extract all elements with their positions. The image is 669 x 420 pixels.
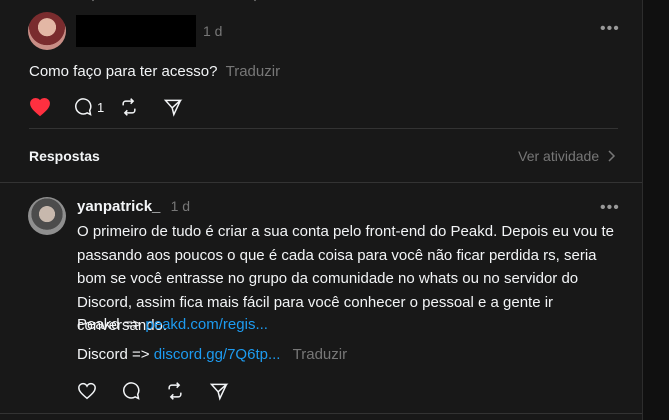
post-time: 1 d [203, 23, 223, 39]
repost-icon [122, 98, 136, 116]
view-activity-label: Ver atividade [518, 148, 600, 164]
discord-label: Discord => [77, 346, 150, 363]
send-icon [163, 99, 183, 117]
comment-count: 1 [97, 99, 105, 115]
post-body: Como faço para ter acesso? [29, 63, 218, 80]
send-icon [209, 383, 229, 401]
heart-icon[interactable] [86, 0, 100, 4]
divider [29, 128, 618, 129]
discord-line: Discord => discord.gg/7Q6tp... Traduzir [77, 346, 347, 363]
share-button[interactable] [163, 95, 215, 119]
repost-icon [168, 382, 182, 400]
discord-link[interactable]: discord.gg/7Q6tp... [154, 346, 281, 363]
reply-username[interactable]: yanpatrick_ 1 d [77, 198, 190, 215]
replies-heading: Respostas [29, 148, 100, 164]
previous-post-actions [86, 0, 262, 4]
reply-repost-button[interactable] [165, 379, 209, 403]
reply-author-avatar[interactable] [28, 197, 66, 235]
reply-share-button[interactable] [209, 379, 253, 403]
heart-icon [78, 382, 96, 400]
peakd-label: Peakd => [77, 316, 142, 333]
page-gutter [643, 0, 669, 420]
bottom-divider [0, 413, 642, 414]
post-author-avatar[interactable] [28, 12, 66, 50]
comment-button[interactable]: 1 [73, 95, 125, 119]
view-activity-link[interactable]: Ver atividade [518, 148, 616, 164]
reply-translate-link[interactable]: Traduzir [293, 346, 347, 363]
reply-comment-button[interactable] [121, 379, 165, 403]
post-translate-link[interactable]: Traduzir [226, 63, 280, 80]
peakd-link[interactable]: peakd.com/regis... [145, 316, 268, 333]
peakd-line: Peakd => peakd.com/regis... [77, 316, 268, 333]
comment-icon [75, 98, 92, 116]
post-text: Como faço para ter acesso? Traduzir [29, 63, 280, 80]
post-more-icon[interactable]: ••• [600, 20, 620, 38]
thread-panel: 1 d ••• Como faço para ter acesso? Tradu… [0, 0, 643, 420]
reply-actions [77, 379, 253, 403]
reply-username-text: yanpatrick_ [77, 198, 161, 215]
heart-filled-icon [30, 97, 50, 117]
redacted-username [76, 15, 196, 47]
repost-icon[interactable] [194, 0, 208, 4]
chevron-right-icon [608, 150, 616, 162]
replies-divider [0, 182, 642, 183]
post-actions: 1 [29, 95, 215, 119]
reply-time: 1 d [170, 198, 191, 214]
reply-more-icon[interactable]: ••• [600, 199, 620, 217]
share-icon[interactable] [248, 0, 262, 4]
comment-icon[interactable] [140, 0, 154, 4]
comment-icon [123, 382, 140, 400]
reply-like-button[interactable] [77, 379, 121, 403]
